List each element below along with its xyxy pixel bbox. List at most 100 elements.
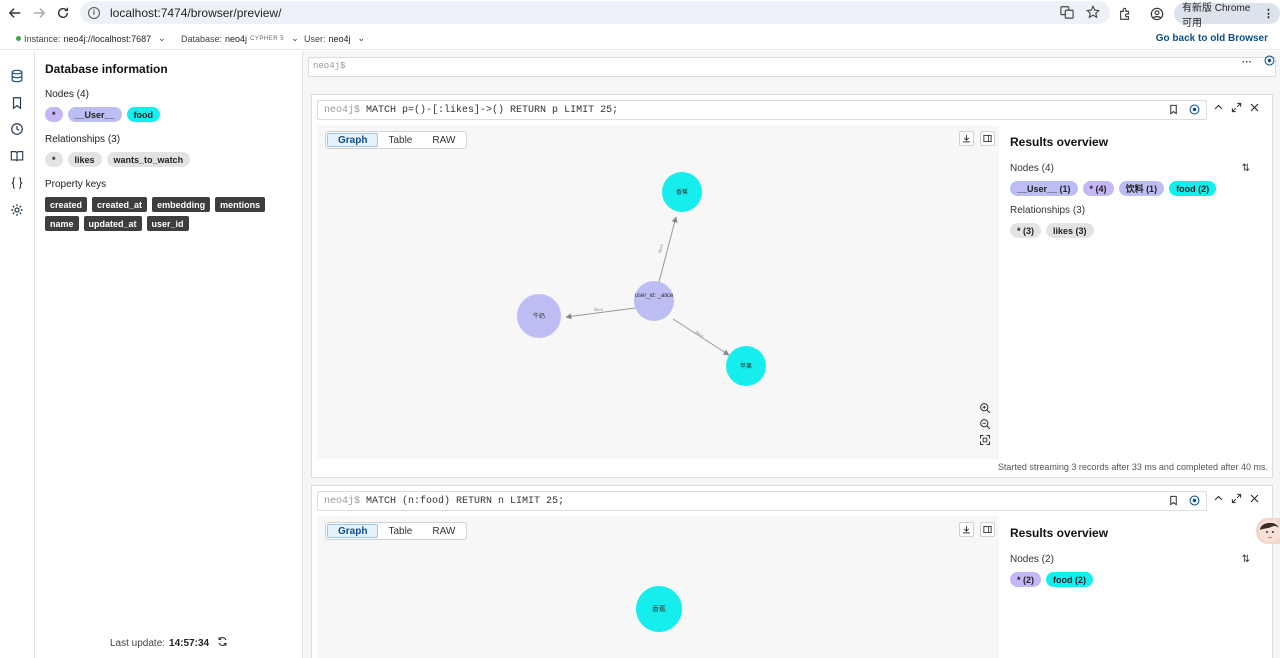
settings-gear-icon[interactable] <box>10 203 24 217</box>
profile-icon[interactable] <box>1150 7 1164 21</box>
user-selector[interactable]: User: neo4j ⌄ <box>304 33 365 44</box>
result-node-chip[interactable]: __User__ (1) <box>1010 181 1078 196</box>
relationship-types-list: * likes wants_to_watch <box>45 152 292 167</box>
relationship-chip[interactable]: * <box>45 152 63 167</box>
results-nodes-header: Nodes (2) ⇅ <box>1010 554 1264 565</box>
bookmark-icon[interactable] <box>1168 495 1179 506</box>
reload-icon[interactable] <box>51 1 75 25</box>
result-node-chip[interactable]: food (2) <box>1046 572 1094 587</box>
extensions-icon[interactable] <box>1118 7 1132 21</box>
fit-to-screen-icon[interactable] <box>979 434 991 446</box>
guides-book-icon[interactable] <box>10 149 24 163</box>
result-node-chips: __User__ (1) * (4) 饮料 (1) food (2) <box>1010 181 1264 196</box>
node-caption: 香蕉 <box>652 604 666 613</box>
database-label: Database: <box>181 33 223 44</box>
editor-prompt: neo4j$ <box>313 61 346 71</box>
frame-prompt: neo4j$ <box>324 496 361 507</box>
graph-node-drink[interactable]: 牛奶 <box>517 294 561 338</box>
close-icon[interactable] <box>1249 493 1260 504</box>
database-icon[interactable] <box>10 69 24 83</box>
address-bar[interactable]: i localhost:7474/browser/preview/ <box>80 1 1110 24</box>
results-title: Results overview <box>1010 526 1109 540</box>
property-key-chip[interactable]: user_id <box>146 216 189 231</box>
frame-query-text: MATCH (n:food) RETURN n LIMIT 25; <box>366 496 565 507</box>
result-node-chip[interactable]: * (4) <box>1082 181 1114 196</box>
zoom-in-icon[interactable] <box>979 402 991 414</box>
translate-icon[interactable] <box>1060 5 1074 22</box>
relationship-chip[interactable]: likes <box>67 152 102 167</box>
node-labels-list: * __User__ food <box>45 107 292 122</box>
property-key-chip[interactable]: created <box>45 197 88 212</box>
instance-selector[interactable]: Instance: neo4j://localhost:7687 ⌄ <box>16 33 166 44</box>
graph-node-food[interactable]: 香蕉 <box>636 586 682 632</box>
chevron-down-icon: ⌄ <box>158 33 166 43</box>
fullscreen-icon[interactable] <box>1231 493 1242 504</box>
favorites-icon[interactable] <box>10 96 24 110</box>
frame-window-controls <box>1213 493 1260 504</box>
rel-count-label: Relationships (3) <box>1010 205 1086 216</box>
chrome-update-button[interactable]: 有新版 Chrome 可用 ⋮ <box>1174 3 1280 29</box>
node-label-chip[interactable]: __User__ <box>67 107 122 122</box>
graph-node-food[interactable]: 苹果 <box>726 346 766 386</box>
results-overview: Results overview Nodes (4) ⇅ __User__ (1… <box>1006 125 1268 257</box>
site-info-icon[interactable]: i <box>88 6 100 19</box>
result-node-chip[interactable]: 饮料 (1) <box>1118 181 1165 196</box>
zoom-controls <box>979 402 991 446</box>
property-key-chip[interactable]: mentions <box>215 197 266 212</box>
kebab-menu-icon[interactable]: ⋮ <box>1263 7 1274 20</box>
collapse-chevron-up-icon[interactable] <box>1213 102 1224 113</box>
rerun-icon[interactable] <box>1189 104 1200 115</box>
frame-actions <box>1168 104 1200 115</box>
sort-arrows-icon[interactable]: ⇅ <box>1242 163 1250 174</box>
nodes-count-label: Nodes (4) <box>1010 163 1054 174</box>
database-selector[interactable]: Database: neo4j CYPHER 5 ⌄ <box>181 33 299 44</box>
graph-edge[interactable]: likes <box>565 307 636 320</box>
sort-arrows-icon[interactable]: ⇅ <box>1242 554 1250 565</box>
graph-node-food[interactable]: 香蕉 <box>662 172 702 212</box>
run-query-icon[interactable] <box>1264 55 1275 69</box>
graph-visualization[interactable]: Graph Table RAW 香蕉 <box>317 516 999 658</box>
result-node-chip[interactable]: * (2) <box>1010 572 1042 587</box>
relationship-chip[interactable]: wants_to_watch <box>106 152 191 167</box>
node-caption: 香蕉 <box>676 188 688 196</box>
node-label-chip[interactable]: * <box>45 107 63 122</box>
close-icon[interactable] <box>1249 102 1260 113</box>
more-options-icon[interactable]: ··· <box>1242 57 1252 68</box>
collapse-chevron-up-icon[interactable] <box>1213 493 1224 504</box>
property-key-chip[interactable]: embedding <box>152 197 211 212</box>
result-rel-chip[interactable]: likes (3) <box>1046 223 1094 238</box>
zoom-out-icon[interactable] <box>979 418 991 430</box>
result-node-chip[interactable]: food (2) <box>1169 181 1217 196</box>
graph-edge[interactable]: likes <box>672 318 730 356</box>
cypher-editor[interactable]: neo4j$ <box>308 57 1276 77</box>
url-text: localhost:7474/browser/preview/ <box>110 5 282 20</box>
back-arrow-icon[interactable] <box>3 1 27 25</box>
property-key-chip[interactable]: created_at <box>92 197 148 212</box>
cypher-braces-icon[interactable] <box>10 176 24 190</box>
frame-query[interactable]: neo4j$ MATCH p=()-[:likes]->() RETURN p … <box>317 100 1207 120</box>
history-icon[interactable] <box>10 122 24 136</box>
fullscreen-icon[interactable] <box>1231 102 1242 113</box>
result-rel-chip[interactable]: * (3) <box>1010 223 1042 238</box>
refresh-icon[interactable] <box>217 636 228 650</box>
graph-edge[interactable]: likes <box>657 216 678 283</box>
edge-label: likes <box>694 330 705 339</box>
graph-node-user[interactable]: user_id: _alice <box>634 281 674 321</box>
browser-toolbar: i localhost:7474/browser/preview/ 有新版 Ch… <box>0 0 1280 29</box>
node-label-chip[interactable]: food <box>126 107 161 122</box>
go-back-old-browser-link[interactable]: Go back to old Browser <box>1156 33 1268 44</box>
property-key-chip[interactable]: updated_at <box>83 216 142 231</box>
bookmark-star-icon[interactable] <box>1085 4 1101 22</box>
neo4j-connection-bar: Instance: neo4j://localhost:7687 ⌄ Datab… <box>0 28 1280 50</box>
forward-arrow-icon[interactable] <box>27 1 51 25</box>
connected-status-dot <box>16 36 21 41</box>
frame-query[interactable]: neo4j$ MATCH (n:food) RETURN n LIMIT 25; <box>317 491 1207 511</box>
graph-visualization[interactable]: Graph Table RAW likes likes likes user_i… <box>317 125 999 459</box>
bookmark-icon[interactable] <box>1168 104 1179 115</box>
assistant-avatar[interactable] <box>1256 518 1280 544</box>
frame-query-text: MATCH p=()-[:likes]->() RETURN p LIMIT 2… <box>366 105 619 116</box>
property-keys-list: created created_at embedding mentions na… <box>45 197 292 231</box>
property-key-chip[interactable]: name <box>45 216 79 231</box>
user-label: User: <box>304 33 326 44</box>
rerun-icon[interactable] <box>1189 495 1200 506</box>
